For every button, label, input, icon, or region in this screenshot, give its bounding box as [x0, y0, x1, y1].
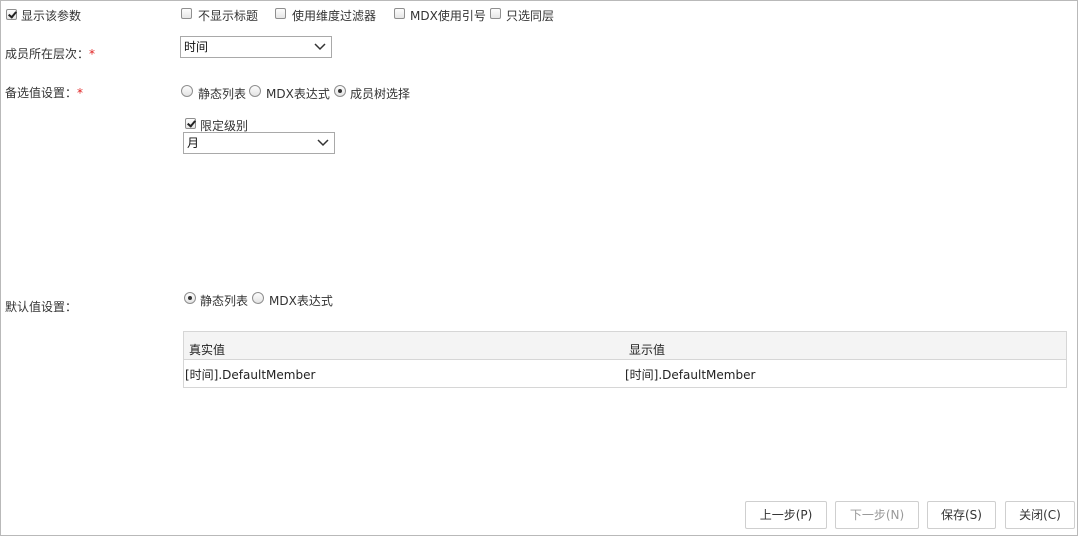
- limit-level-select[interactable]: 月: [183, 132, 335, 154]
- same-level-only-label: 只选同层: [506, 9, 555, 23]
- default-value-table: 真实值 显示值 [时间].DefaultMember [时间].DefaultM…: [183, 331, 1067, 388]
- table-row[interactable]: [时间].DefaultMember [时间].DefaultMember: [184, 360, 1066, 387]
- same-level-only-checkbox[interactable]: [490, 8, 501, 19]
- limit-level-checkbox[interactable]: [185, 118, 196, 129]
- column-header-real-value: 真实值: [189, 343, 226, 357]
- cell-real-value: [时间].DefaultMember: [185, 368, 316, 382]
- limit-level-value: 月: [187, 136, 200, 150]
- show-param-checkbox[interactable]: [6, 9, 17, 20]
- candidate-member-tree-radio[interactable]: [334, 85, 346, 97]
- use-dim-filter-label: 使用维度过滤器: [292, 9, 377, 23]
- chevron-down-icon: [317, 139, 329, 147]
- next-button[interactable]: 下一步(N): [835, 501, 919, 529]
- chevron-down-icon: [314, 43, 326, 51]
- candidate-static-list-radio[interactable]: [181, 85, 193, 97]
- cell-display-value: [时间].DefaultMember: [625, 368, 756, 382]
- required-mark: *: [77, 86, 84, 100]
- member-level-select[interactable]: 时间: [180, 36, 332, 58]
- hide-title-checkbox[interactable]: [181, 8, 192, 19]
- default-static-list-label: 静态列表: [200, 294, 249, 308]
- member-level-label: 成员所在层次：*: [5, 47, 96, 61]
- close-button[interactable]: 关闭(C): [1005, 501, 1075, 529]
- candidate-mdx-radio[interactable]: [249, 85, 261, 97]
- table-header: 真实值 显示值: [184, 332, 1066, 360]
- column-header-display-value: 显示值: [629, 343, 666, 357]
- candidate-label: 备选值设置：*: [5, 86, 84, 100]
- hide-title-label: 不显示标题: [198, 9, 259, 23]
- prev-button[interactable]: 上一步(P): [745, 501, 827, 529]
- default-mdx-radio[interactable]: [252, 292, 264, 304]
- mdx-quote-checkbox[interactable]: [394, 8, 405, 19]
- parameter-settings-panel: 显示该参数 不显示标题 使用维度过滤器 MDX使用引号 只选同层 成员所在层次：…: [0, 0, 1078, 536]
- mdx-quote-label: MDX使用引号: [410, 9, 486, 23]
- use-dim-filter-checkbox[interactable]: [275, 8, 286, 19]
- show-param-label: 显示该参数: [21, 9, 82, 23]
- save-button[interactable]: 保存(S): [927, 501, 996, 529]
- candidate-static-list-label: 静态列表: [198, 87, 247, 101]
- required-mark: *: [89, 47, 96, 61]
- default-mdx-label: MDX表达式: [269, 294, 333, 308]
- member-level-value: 时间: [184, 40, 209, 54]
- default-static-list-radio[interactable]: [184, 292, 196, 304]
- candidate-member-tree-label: 成员树选择: [350, 87, 411, 101]
- default-value-label: 默认值设置：: [5, 300, 78, 314]
- candidate-mdx-label: MDX表达式: [266, 87, 330, 101]
